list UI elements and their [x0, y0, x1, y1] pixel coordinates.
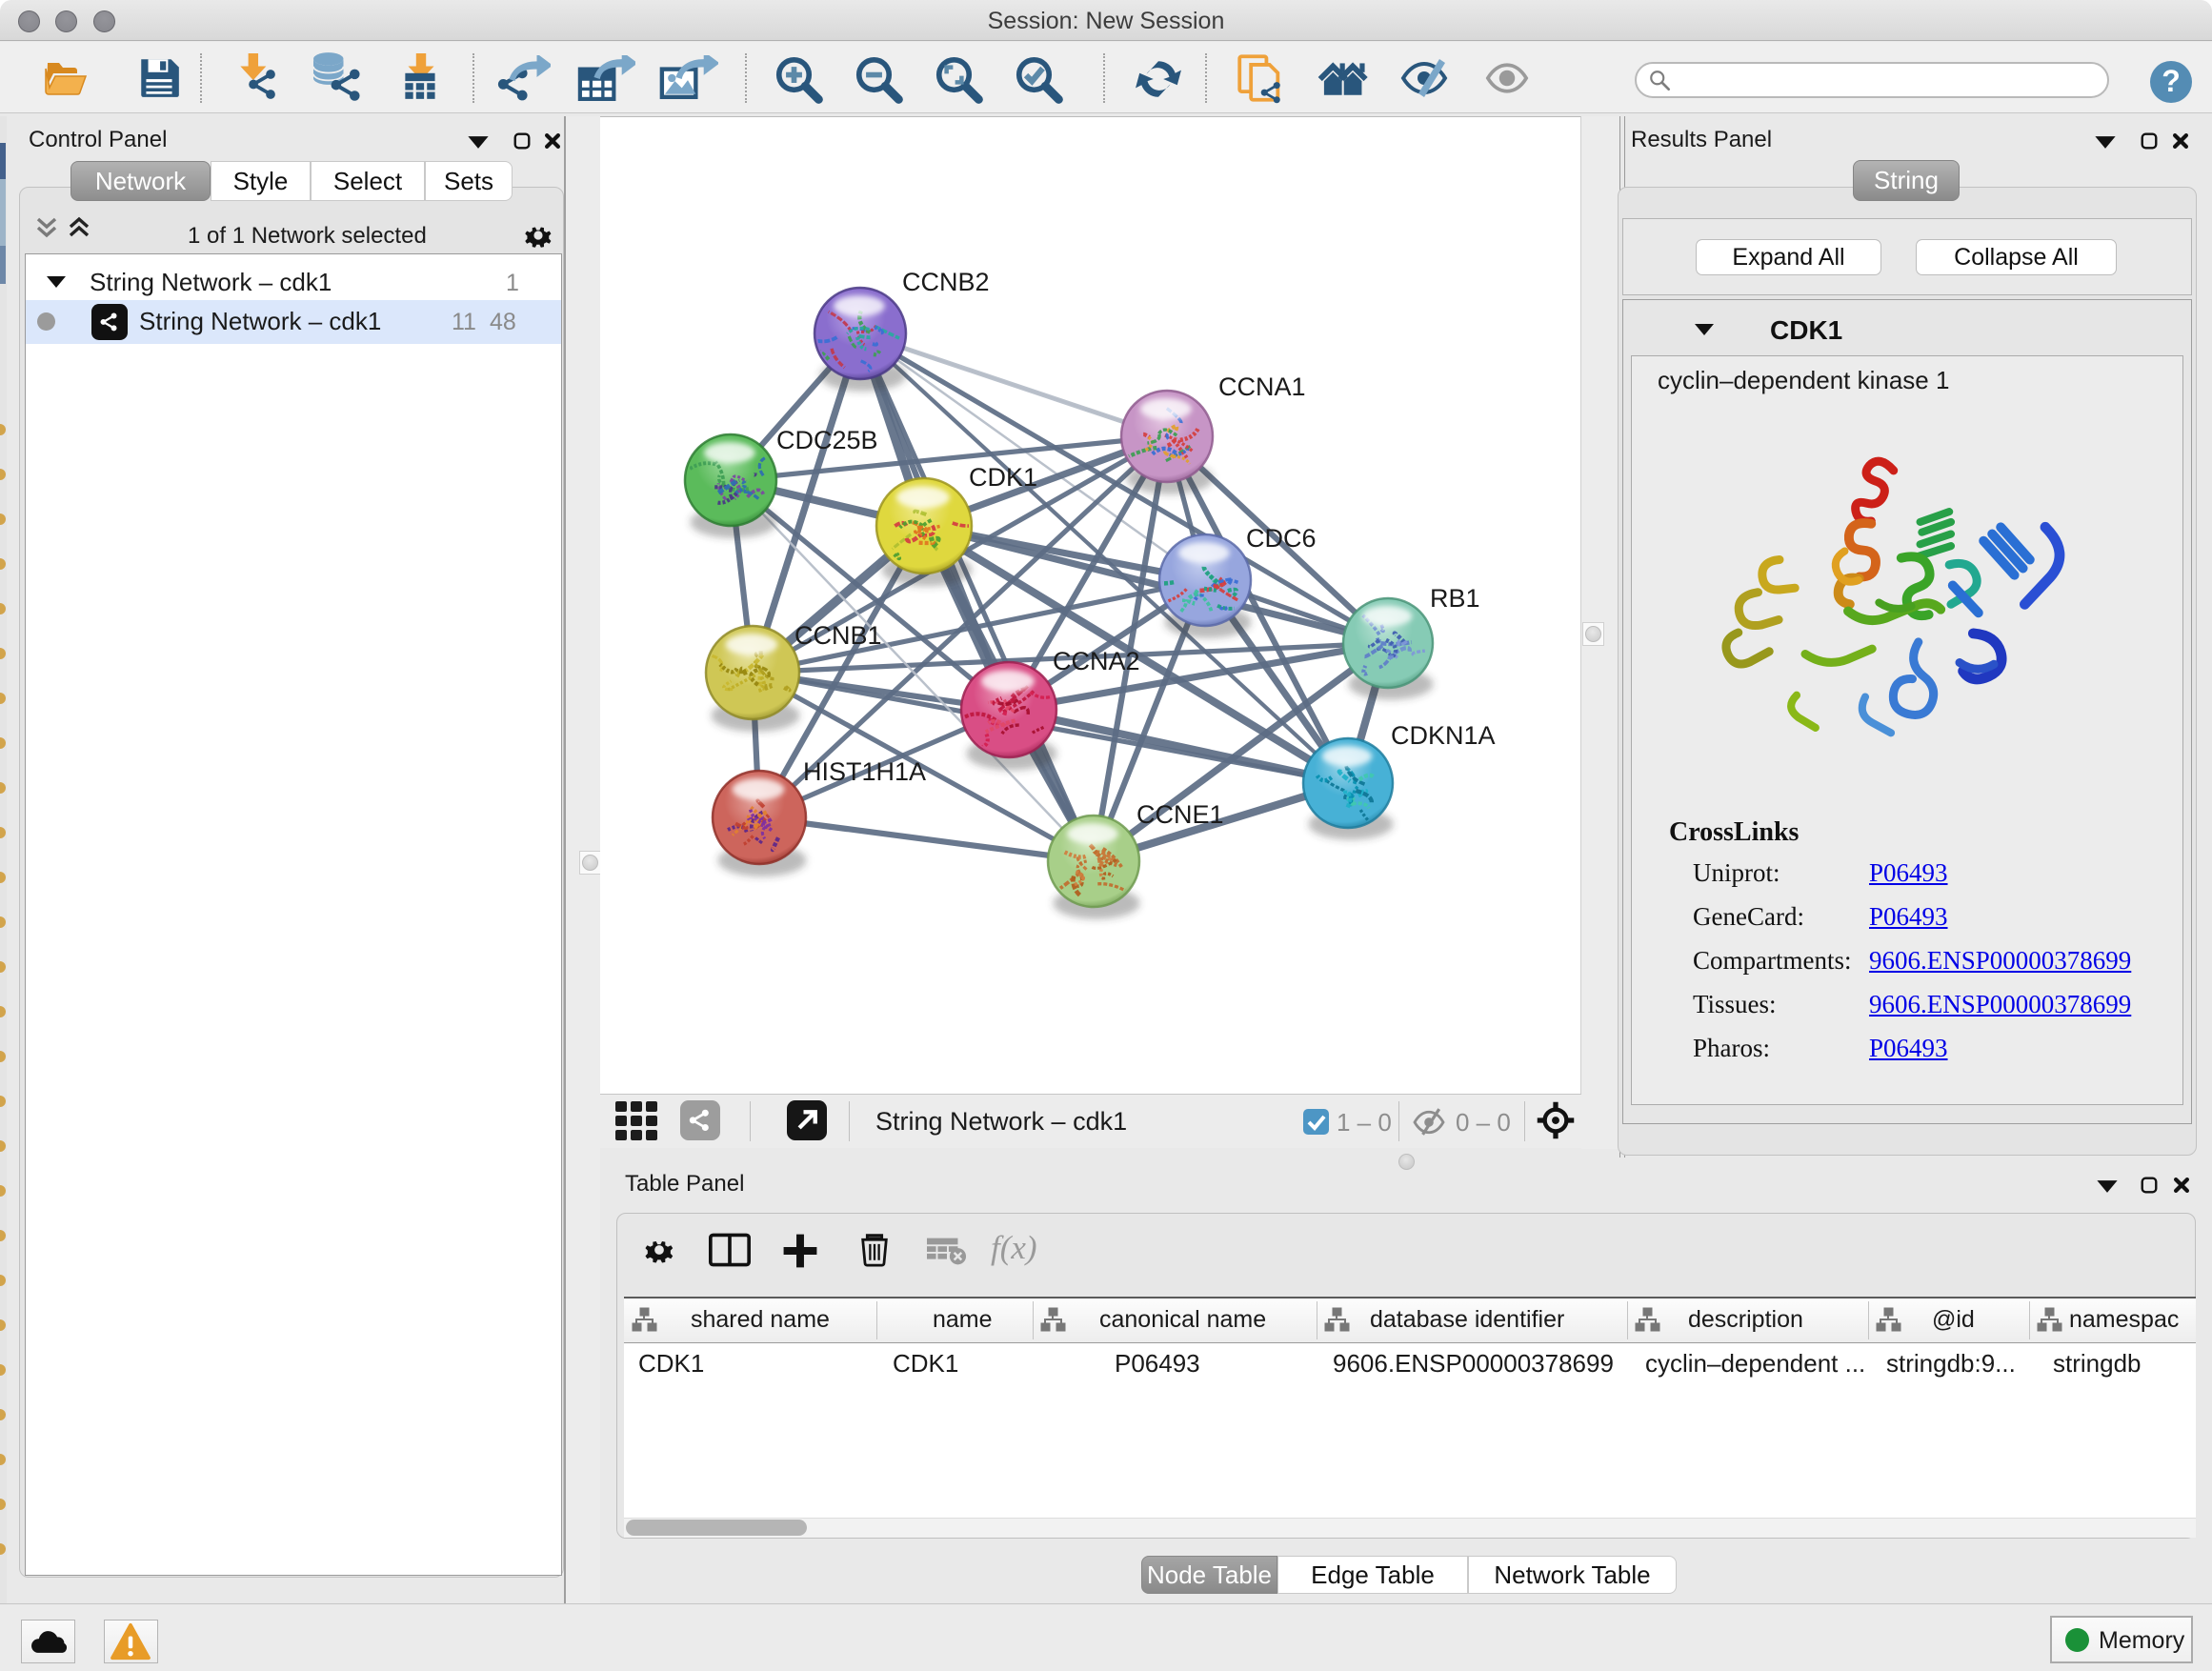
- svg-text:CDK1: CDK1: [969, 463, 1037, 492]
- svg-text:HIST1H1A: HIST1H1A: [803, 757, 926, 786]
- svg-text:CCNA2: CCNA2: [1053, 647, 1140, 675]
- svg-text:CDKN1A: CDKN1A: [1391, 721, 1496, 750]
- svg-text:CDC6: CDC6: [1246, 524, 1317, 553]
- svg-text:CCNB2: CCNB2: [902, 268, 990, 296]
- svg-text:CDC25B: CDC25B: [776, 426, 878, 454]
- svg-text:RB1: RB1: [1430, 584, 1480, 613]
- svg-text:CCNA1: CCNA1: [1218, 372, 1306, 401]
- svg-text:?: ?: [2162, 64, 2181, 98]
- svg-text:CCNB1: CCNB1: [794, 621, 882, 650]
- svg-text:CCNE1: CCNE1: [1136, 800, 1224, 829]
